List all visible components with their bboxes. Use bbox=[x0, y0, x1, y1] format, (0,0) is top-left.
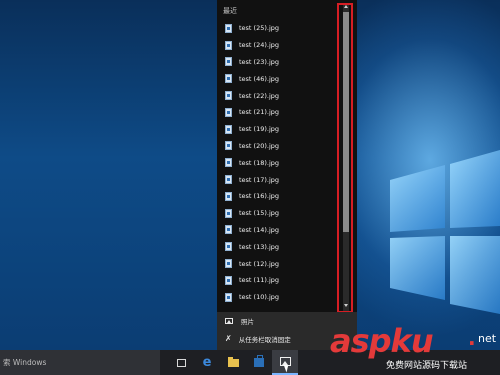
list-item[interactable]: test (17).jpg bbox=[217, 171, 349, 188]
watermark-dot: . bbox=[468, 326, 476, 350]
jump-list: 最近 test (25).jpg test (24).jpg test (23)… bbox=[217, 0, 357, 350]
image-file-icon bbox=[225, 158, 232, 168]
edge-icon: e bbox=[202, 355, 212, 370]
recent-items-list: test (25).jpg test (24).jpg test (23).jp… bbox=[217, 20, 349, 306]
image-file-icon bbox=[225, 57, 232, 67]
list-item[interactable]: test (19).jpg bbox=[217, 121, 349, 138]
image-file-icon bbox=[225, 74, 232, 84]
list-item[interactable]: test (14).jpg bbox=[217, 222, 349, 239]
list-item[interactable]: test (15).jpg bbox=[217, 205, 349, 222]
image-file-icon bbox=[225, 40, 232, 50]
list-item[interactable]: test (46).jpg bbox=[217, 70, 349, 87]
windows-logo-wallpaper bbox=[390, 150, 500, 314]
image-file-icon bbox=[225, 208, 232, 218]
file-explorer-button[interactable] bbox=[220, 350, 246, 375]
list-item[interactable]: test (23).jpg bbox=[217, 54, 349, 71]
image-file-icon bbox=[225, 107, 232, 117]
image-file-icon bbox=[225, 141, 232, 151]
image-file-icon bbox=[225, 242, 232, 252]
list-item[interactable]: test (21).jpg bbox=[217, 104, 349, 121]
task-view-icon bbox=[176, 358, 186, 367]
folder-icon bbox=[227, 356, 239, 367]
list-item[interactable]: test (13).jpg bbox=[217, 238, 349, 255]
list-item[interactable]: test (18).jpg bbox=[217, 154, 349, 171]
image-file-icon bbox=[225, 225, 232, 235]
list-item[interactable]: test (12).jpg bbox=[217, 255, 349, 272]
search-box[interactable]: 索 Windows bbox=[0, 350, 160, 375]
list-item[interactable]: test (10).jpg bbox=[217, 289, 349, 306]
list-item[interactable]: test (22).jpg bbox=[217, 87, 349, 104]
watermark-tld: net bbox=[478, 332, 497, 345]
image-file-icon bbox=[225, 275, 232, 285]
image-file-icon bbox=[225, 91, 232, 101]
search-placeholder: 索 Windows bbox=[3, 358, 47, 367]
list-item[interactable]: test (16).jpg bbox=[217, 188, 349, 205]
recent-section-title: 最近 bbox=[223, 7, 237, 15]
task-view-button[interactable] bbox=[168, 350, 194, 375]
list-item[interactable]: test (24).jpg bbox=[217, 37, 349, 54]
edge-button[interactable]: e bbox=[194, 350, 220, 375]
watermark-brand: aspku bbox=[330, 322, 434, 360]
watermark-subtitle: 免费网站源码下载站 bbox=[386, 361, 468, 371]
image-file-icon bbox=[225, 175, 232, 185]
scrollbar-highlight-box bbox=[337, 3, 353, 313]
image-file-icon bbox=[225, 124, 232, 134]
image-file-icon bbox=[225, 191, 232, 201]
list-item[interactable]: test (11).jpg bbox=[217, 272, 349, 289]
list-item[interactable]: test (20).jpg bbox=[217, 138, 349, 155]
photos-icon bbox=[225, 318, 233, 324]
image-file-icon bbox=[225, 292, 232, 302]
list-item[interactable]: test (25).jpg bbox=[217, 20, 349, 37]
image-file-icon bbox=[225, 23, 232, 33]
store-button[interactable] bbox=[246, 350, 272, 375]
unpin-icon: ✗ bbox=[225, 334, 232, 343]
watermark: aspku . net 免费网站源码下载站 bbox=[330, 322, 500, 375]
store-icon bbox=[254, 355, 264, 367]
image-file-icon bbox=[225, 259, 232, 269]
photos-button[interactable] bbox=[272, 350, 298, 375]
